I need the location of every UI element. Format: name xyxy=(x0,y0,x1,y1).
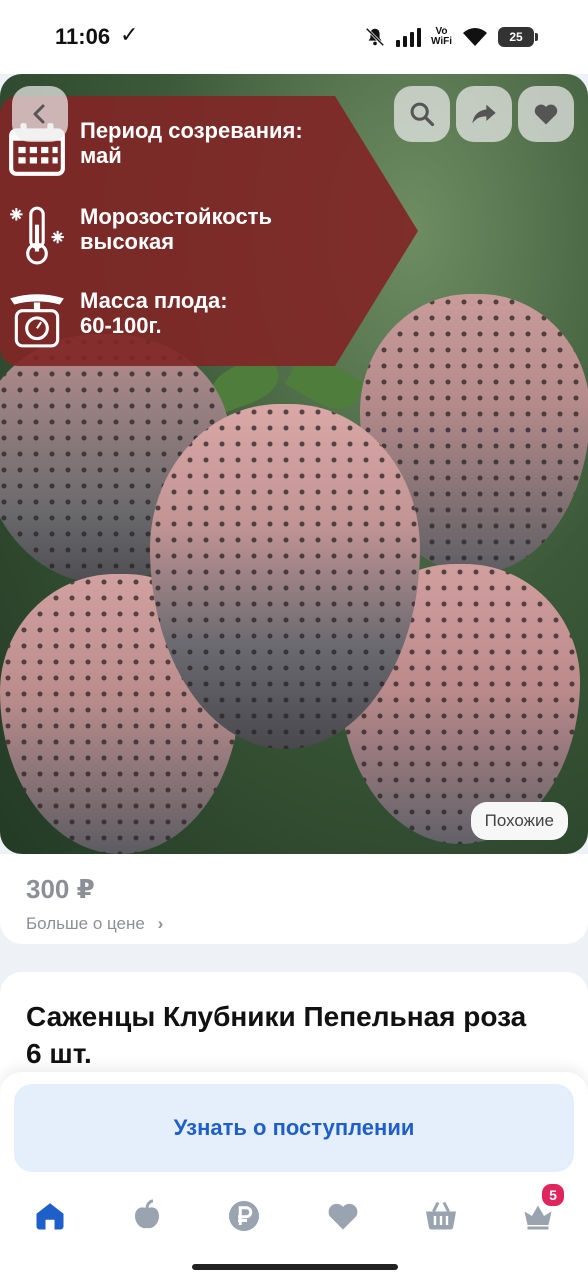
notify-button[interactable]: Узнать о поступлении xyxy=(14,1084,574,1172)
price-more-link[interactable]: Больше о цене › xyxy=(26,914,163,934)
share-icon xyxy=(472,104,496,124)
vowifi-bottom-label: WiFi xyxy=(430,36,452,47)
weight-text: Масса плода: 60-100г. xyxy=(80,288,228,338)
ripening-value: май xyxy=(80,143,122,168)
bottom-nav: 5 xyxy=(0,1182,588,1250)
cart-badge: 5 xyxy=(540,1182,566,1208)
tab-cart[interactable] xyxy=(411,1190,471,1242)
download-done-icon: ✓ xyxy=(120,22,139,47)
back-button[interactable] xyxy=(12,86,68,142)
share-button[interactable] xyxy=(456,86,512,142)
home-icon xyxy=(36,1203,64,1230)
tab-home[interactable] xyxy=(20,1190,80,1242)
tab-favorites[interactable] xyxy=(313,1190,373,1242)
home-indicator xyxy=(192,1264,398,1270)
frost-info: Морозостойкость высокая xyxy=(0,204,272,266)
frost-value: высокая xyxy=(80,229,175,254)
weight-info: Масса плода: 60-100г. xyxy=(0,288,228,350)
vowifi-indicator: Vo WiFi xyxy=(431,27,452,47)
favorite-button[interactable] xyxy=(518,86,574,142)
ripening-label: Период созревания: xyxy=(80,118,303,143)
heart-icon xyxy=(534,104,558,125)
thermometer-snow-icon xyxy=(10,206,64,265)
frost-label: Морозостойкость xyxy=(80,204,272,229)
product-title: Саженцы Клубники Пепельная роза 6 шт. xyxy=(26,1001,527,1069)
price-value: 300 ₽ xyxy=(26,874,95,904)
search-button[interactable] xyxy=(394,86,450,142)
status-bar: 11:06 ✓ Vo WiFi 25 xyxy=(0,0,588,74)
price-card: 300 ₽ Больше о цене › xyxy=(0,854,588,944)
tab-catalog[interactable] xyxy=(117,1190,177,1242)
back-icon xyxy=(33,104,45,124)
tab-finance[interactable] xyxy=(214,1190,274,1242)
scale-icon xyxy=(10,294,64,348)
product-photo[interactable]: Период созревания: май Морозостойкость в… xyxy=(0,74,588,854)
catalog-icon xyxy=(135,1199,159,1229)
ruble-icon xyxy=(229,1201,259,1231)
price-more-label: Больше о цене xyxy=(26,914,145,933)
similar-button[interactable]: Похожие xyxy=(470,802,568,840)
heart-icon xyxy=(328,1203,358,1230)
ripening-text: Период созревания: май xyxy=(80,118,303,168)
signal-icon xyxy=(395,27,421,47)
battery-icon: 25 xyxy=(498,27,538,47)
weight-value: 60-100г. xyxy=(80,313,162,338)
chevron-right-icon: › xyxy=(157,914,164,933)
search-icon xyxy=(410,102,435,127)
battery-level: 25 xyxy=(509,30,523,44)
status-icons: Vo WiFi 25 xyxy=(364,26,538,48)
status-time: 11:06 xyxy=(55,24,111,49)
bottom-sheet: Узнать о поступлении 5 xyxy=(0,1072,588,1280)
bell-muted-icon xyxy=(365,27,385,47)
basket-icon xyxy=(426,1201,456,1230)
frost-text: Морозостойкость высокая xyxy=(80,204,272,254)
weight-label: Масса плода: xyxy=(80,288,228,313)
wifi-icon xyxy=(463,28,487,46)
tab-profile[interactable]: 5 xyxy=(508,1182,568,1242)
